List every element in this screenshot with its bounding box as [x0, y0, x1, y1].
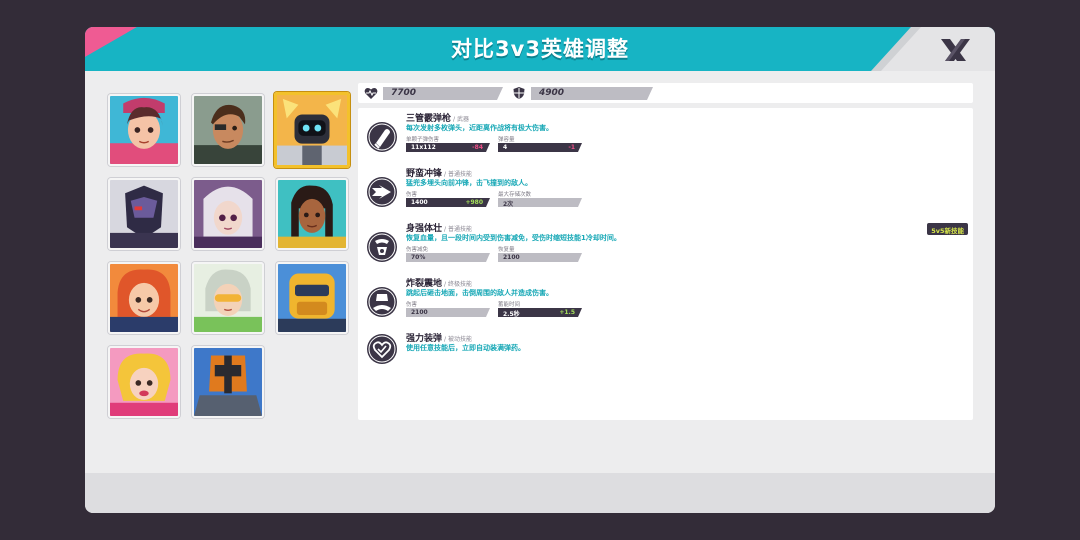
page-title: 对比3v3英雄调整	[451, 37, 629, 61]
skill-1-stat2-bar: 4 -1	[498, 143, 582, 152]
skill-4-stat2-bar: 2.5秒 +1.5	[498, 308, 582, 317]
skill-desc-4: 跳起后砸击地面，击倒周围的敌人并造成伤害。	[406, 289, 553, 297]
bullet-icon	[367, 122, 397, 152]
dash-icon	[367, 177, 397, 207]
skill-icon-5	[366, 333, 398, 365]
hero-portrait-7-image	[110, 264, 178, 332]
hero-portrait-4[interactable]	[108, 178, 180, 250]
hero-portrait-7[interactable]	[108, 262, 180, 334]
hero-portrait-6-image	[278, 180, 346, 248]
skill-desc-5: 使用任意技能后，立即自动装满弹药。	[406, 344, 525, 352]
skill-2-stat1-value: 1400	[411, 199, 428, 206]
heart-pulse-icon	[364, 87, 378, 99]
panel-footer	[85, 473, 995, 513]
skill-1-stat2-delta: -1	[568, 144, 575, 151]
skill-1-stat1-delta: -84	[472, 144, 483, 151]
skill-1-stat1-bar: 11x112 -84	[406, 143, 490, 152]
hero-portrait-2-image	[194, 96, 262, 164]
hero-portrait-8[interactable]	[192, 262, 264, 334]
hero-portrait-9-image	[278, 264, 346, 332]
skill-2-stat2-label: 最大存储次数	[498, 192, 532, 198]
skill-icon-3	[366, 231, 398, 263]
skill-icon-4	[366, 286, 398, 318]
shield-value: 4900	[531, 87, 653, 100]
skill-2-stat2-value: 2次	[503, 201, 514, 208]
shield-stat: 4900	[506, 85, 661, 101]
hero-portrait-6[interactable]	[276, 178, 348, 250]
skill-4-stat1-value: 2100	[411, 309, 428, 316]
panel-header: 对比3v3英雄调整	[85, 27, 995, 71]
close-button[interactable]	[937, 37, 971, 63]
new-skill-badge: 5v5新技能	[927, 223, 968, 235]
skill-type-5: / 被动技能	[444, 336, 472, 343]
skill-2-stat1-label: 伤害	[406, 192, 418, 198]
skill-3-stat2-label: 恢复量	[498, 247, 515, 253]
skill-3-stat2-bar: 2100	[498, 253, 582, 262]
hero-portrait-3-image	[277, 95, 347, 165]
compare-panel: 对比3v3英雄调整 7700 4900 5v5新技能 三管霰弹枪 / 武器 每次…	[85, 27, 995, 513]
shield-icon	[513, 87, 525, 99]
skill-4-stat2-label: 蓄能时间	[498, 302, 521, 308]
hero-portrait-1-image	[110, 96, 178, 164]
skill-type-1: / 武器	[453, 116, 469, 123]
skill-1-stat1-label: 单颗子弹伤害	[406, 137, 440, 143]
skill-1-stat2-value: 4	[503, 144, 508, 151]
hero-portrait-3-selected[interactable]	[274, 92, 350, 168]
hero-portrait-10[interactable]	[108, 346, 180, 418]
skill-type-4: / 终极技能	[444, 281, 472, 288]
skill-4-stat1-bar: 2100	[406, 308, 490, 317]
skill-desc-3: 恢复血量，且一段时间内受到伤害减免，受伤时缩短技能1冷却时间。	[406, 234, 621, 242]
skill-1-stat1-value: 11x112	[411, 144, 436, 151]
skills-list: 5v5新技能 三管霰弹枪 / 武器 每次发射多枚弹头，近距离作战将有极大伤害。 单…	[358, 108, 973, 420]
hero-portrait-1[interactable]	[108, 94, 180, 166]
skill-3-stat2-value: 2100	[503, 254, 520, 261]
slam-icon	[367, 287, 397, 317]
skill-2-stat1-bar: 1400 +980	[406, 198, 490, 207]
hero-portrait-11-image	[194, 348, 262, 416]
hero-portrait-9[interactable]	[276, 262, 348, 334]
skill-type-2: / 普通技能	[444, 171, 472, 178]
skill-3-stat1-label: 伤害减免	[406, 247, 429, 253]
health-stat: 7700	[358, 85, 513, 101]
skill-4-stat2-value: 2.5秒	[503, 311, 520, 318]
skill-1-stat2-label: 弹容量	[498, 137, 515, 143]
hero-portrait-5-image	[194, 180, 262, 248]
skill-3-stat1-bar: 70%	[406, 253, 490, 262]
hero-portrait-11[interactable]	[192, 346, 264, 418]
health-value: 7700	[383, 87, 503, 100]
hero-portrait-10-image	[110, 348, 178, 416]
skill-2-stat1-delta: +980	[465, 199, 483, 206]
skill-icon-1	[366, 121, 398, 153]
skill-icon-2	[366, 176, 398, 208]
skill-type-3: / 普通技能	[444, 226, 472, 233]
skill-4-stat1-label: 伤害	[406, 302, 418, 308]
hero-portrait-2[interactable]	[192, 94, 264, 166]
skill-3-stat1-value: 70%	[411, 254, 426, 261]
skill-4-stat2-delta: +1.5	[559, 309, 575, 316]
hero-portrait-5[interactable]	[192, 178, 264, 250]
reload-icon	[367, 334, 397, 364]
fortify-icon	[367, 232, 397, 262]
hero-portrait-4-image	[110, 180, 178, 248]
hero-portrait-8-image	[194, 264, 262, 332]
close-icon	[941, 39, 970, 61]
skill-2-stat2-bar: 2次	[498, 198, 582, 207]
skill-desc-2: 猛兜多埋头向前冲锋，击飞撞到的敌人。	[406, 179, 532, 187]
hero-stats-bar: 7700 4900	[358, 83, 973, 103]
skill-desc-1: 每次发射多枚弹头，近距离作战将有极大伤害。	[406, 124, 553, 132]
